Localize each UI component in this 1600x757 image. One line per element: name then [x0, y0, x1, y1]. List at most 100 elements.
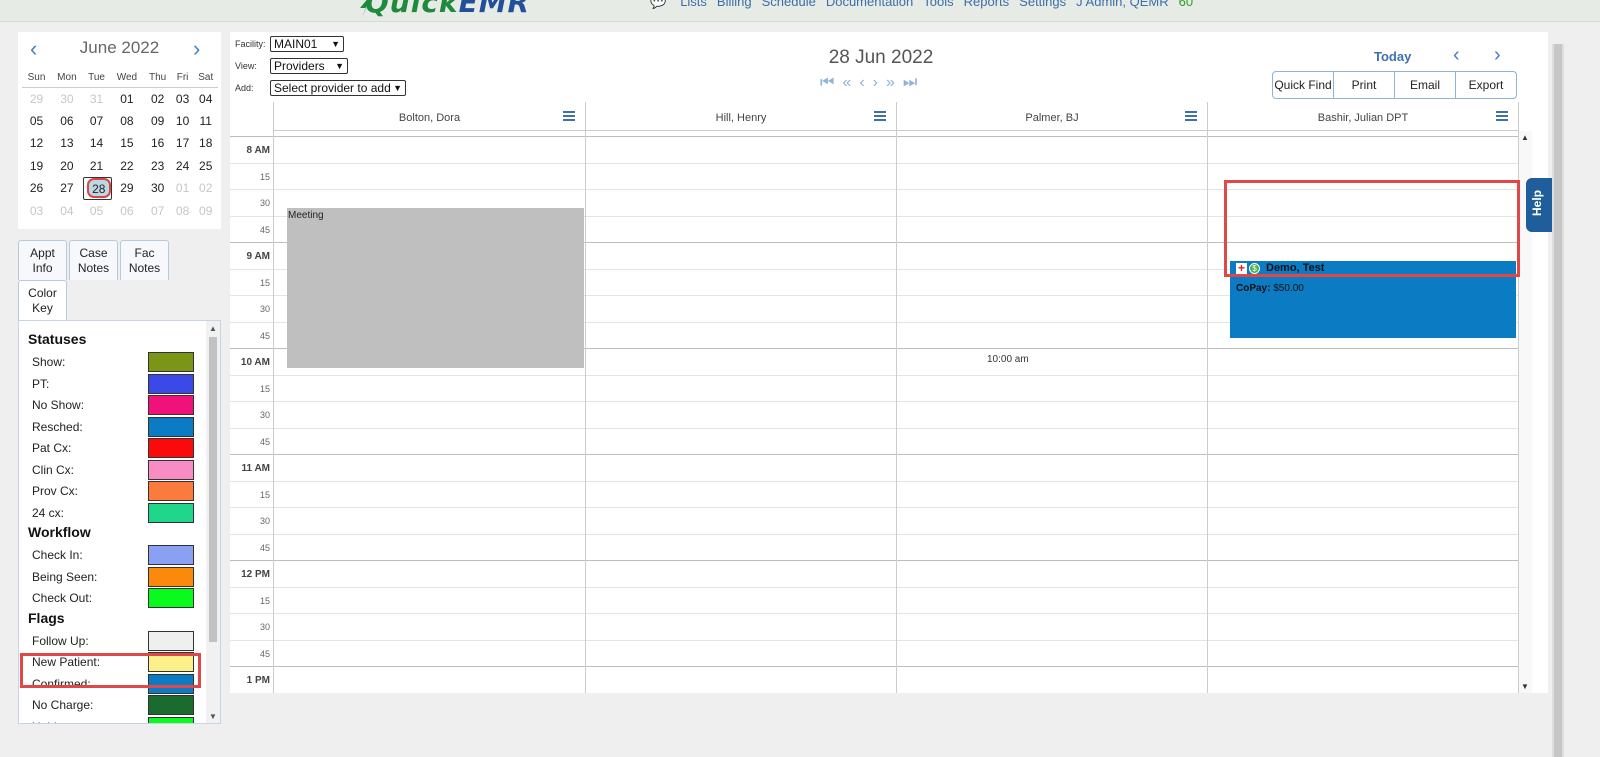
- email-button[interactable]: Email: [1395, 72, 1456, 98]
- calendar-day[interactable]: 03: [22, 200, 51, 223]
- calendar-day[interactable]: 30: [144, 177, 172, 200]
- color-key-scrollbar[interactable]: ▲ ▼: [206, 321, 220, 723]
- next-day-icon[interactable]: ›: [1494, 44, 1501, 67]
- page-scrollbar-thumb[interactable]: [1554, 44, 1562, 757]
- calendar-day[interactable]: 26: [22, 177, 51, 200]
- export-button[interactable]: Export: [1456, 72, 1516, 98]
- calendar-day[interactable]: 22: [110, 155, 143, 178]
- color-key-label: Clin Cx:: [32, 462, 75, 477]
- nav-tools[interactable]: Tools: [923, 0, 953, 10]
- calendar-day[interactable]: 13: [51, 132, 83, 155]
- calendar-day[interactable]: 21: [83, 155, 111, 178]
- calendar-day[interactable]: 28: [82, 177, 112, 200]
- tab-case-notes[interactable]: Case Notes: [69, 240, 118, 280]
- tab-color-key[interactable]: Color Key: [18, 280, 67, 320]
- calendar-day[interactable]: 24: [172, 155, 194, 178]
- provider-name: Hill, Henry: [715, 112, 767, 124]
- weekday-header: Mon: [51, 69, 83, 88]
- forward-icon[interactable]: ›: [873, 74, 878, 92]
- calendar-day[interactable]: 08: [110, 110, 143, 133]
- calendar-day[interactable]: 12: [22, 132, 51, 155]
- calendar-day[interactable]: 08: [172, 200, 194, 223]
- facility-select[interactable]: MAIN01 ▼: [270, 36, 344, 52]
- tab-fac-notes[interactable]: Fac Notes: [120, 240, 169, 280]
- calendar-day[interactable]: 18: [193, 132, 218, 155]
- calendar-day[interactable]: 14: [83, 132, 111, 155]
- calendar-day[interactable]: 04: [193, 87, 218, 110]
- next-month-button[interactable]: ›: [193, 36, 200, 62]
- fast-back-icon[interactable]: «: [842, 74, 851, 92]
- calendar-day[interactable]: 07: [144, 200, 172, 223]
- scroll-up-icon[interactable]: ▲: [1521, 133, 1529, 142]
- column-menu-icon[interactable]: [563, 111, 575, 123]
- calendar-day-label: 25: [199, 158, 213, 173]
- calendar-day[interactable]: 31: [83, 87, 111, 110]
- top-header: QuickEMR 💬 Lists Billing Schedule Docume…: [0, 0, 1600, 22]
- nav-documentation[interactable]: Documentation: [826, 0, 913, 10]
- calendar-day[interactable]: 25: [193, 155, 218, 178]
- calendar-day[interactable]: 30: [51, 87, 83, 110]
- help-tab[interactable]: Help: [1526, 178, 1552, 232]
- column-menu-icon[interactable]: [1496, 111, 1508, 123]
- calendar-day[interactable]: 16: [144, 132, 172, 155]
- meeting-block[interactable]: Meeting: [287, 208, 584, 368]
- calendar-day[interactable]: 29: [22, 87, 51, 110]
- calendar-day[interactable]: 09: [193, 200, 218, 223]
- column-menu-icon[interactable]: [1185, 111, 1197, 123]
- nav-user-menu[interactable]: J Admin, QEMR: [1076, 0, 1168, 10]
- calendar-day[interactable]: 01: [110, 87, 143, 110]
- calendar-day[interactable]: 11: [193, 110, 218, 133]
- calendar-day[interactable]: 27: [51, 177, 83, 200]
- calendar-day[interactable]: 02: [144, 87, 172, 110]
- calendar-day[interactable]: 03: [172, 87, 194, 110]
- nav-settings[interactable]: Settings: [1019, 0, 1066, 10]
- calendar-day[interactable]: 06: [51, 110, 83, 133]
- nav-lists[interactable]: Lists: [680, 0, 707, 10]
- nav-reports[interactable]: Reports: [964, 0, 1010, 10]
- scroll-down-icon[interactable]: ▼: [209, 712, 217, 721]
- page-scrollbar[interactable]: [1552, 44, 1564, 757]
- scroll-up-icon[interactable]: ▲: [209, 324, 217, 333]
- add-provider-select[interactable]: Select provider to add ▼: [270, 80, 406, 96]
- scrollbar-thumb[interactable]: [209, 337, 217, 642]
- last-icon[interactable]: ⏭: [903, 74, 917, 92]
- today-button[interactable]: Today: [1374, 49, 1411, 64]
- chevron-down-icon: ▼: [393, 83, 402, 93]
- back-icon[interactable]: ‹: [859, 74, 864, 92]
- column-menu-icon[interactable]: [874, 111, 886, 123]
- color-swatch: [148, 716, 194, 723]
- calendar-day[interactable]: 09: [144, 110, 172, 133]
- calendar-day[interactable]: 01: [172, 177, 194, 200]
- calendar-day[interactable]: 07: [83, 110, 111, 133]
- calendar-day[interactable]: 10: [172, 110, 194, 133]
- calendar-day[interactable]: 06: [110, 200, 143, 223]
- nav-schedule[interactable]: Schedule: [762, 0, 816, 10]
- first-icon[interactable]: ⏮: [820, 74, 834, 92]
- view-select[interactable]: Providers ▼: [270, 58, 348, 74]
- color-key-label: No Charge:: [32, 698, 94, 712]
- color-key-label: Check Out:: [32, 591, 93, 605]
- scroll-down-icon[interactable]: ▼: [1521, 682, 1529, 691]
- app-logo[interactable]: QuickEMR: [365, 0, 530, 19]
- calendar-day[interactable]: 20: [51, 155, 83, 178]
- color-key-row: Show:: [32, 352, 197, 372]
- color-key-heading: Statuses: [28, 331, 87, 347]
- print-button[interactable]: Print: [1334, 72, 1395, 98]
- tab-appt-info[interactable]: Appt Info: [18, 240, 67, 280]
- calendar-day[interactable]: 29: [110, 177, 143, 200]
- calendar-day[interactable]: 05: [22, 110, 51, 133]
- fast-forward-icon[interactable]: »: [886, 74, 895, 92]
- calendar-day[interactable]: 15: [110, 132, 143, 155]
- weekday-header: Sat: [193, 69, 218, 88]
- nav-billing[interactable]: Billing: [717, 0, 752, 10]
- calendar-day[interactable]: 19: [22, 155, 51, 178]
- calendar-day[interactable]: 02: [193, 177, 218, 200]
- chat-icon[interactable]: 💬: [650, 0, 666, 10]
- calendar-day[interactable]: 17: [172, 132, 194, 155]
- calendar-day[interactable]: 23: [144, 155, 172, 178]
- prev-day-icon[interactable]: ‹: [1453, 44, 1460, 67]
- quick-find-button[interactable]: Quick Find: [1273, 72, 1334, 98]
- calendar-day[interactable]: 05: [83, 200, 111, 223]
- hour-gridline: [230, 560, 1518, 561]
- calendar-day[interactable]: 04: [51, 200, 83, 223]
